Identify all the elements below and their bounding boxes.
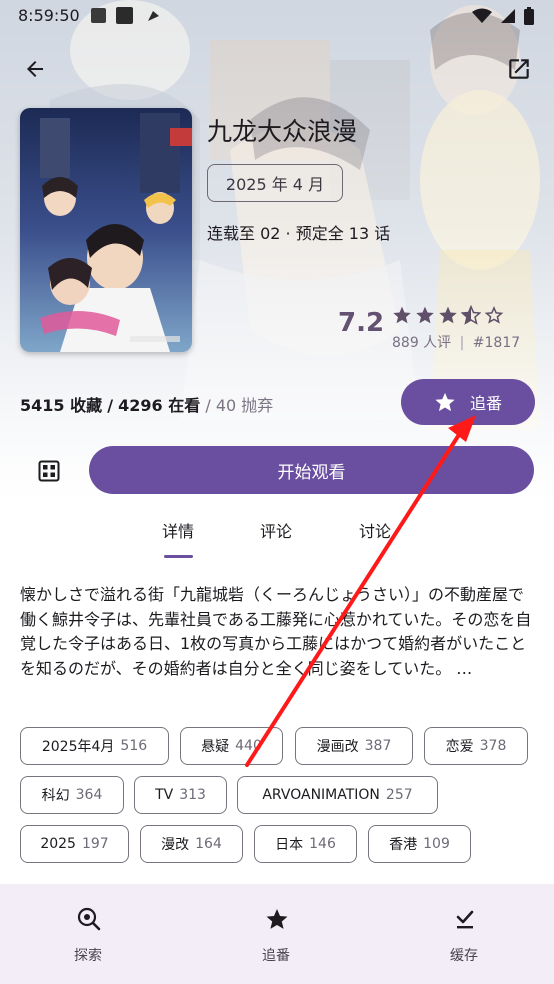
- star-half-icon: [461, 305, 481, 325]
- nav-explore-label: 探索: [74, 948, 102, 964]
- tag-chip[interactable]: 2025年4月 516: [20, 727, 169, 765]
- tag-count: 197: [81, 836, 109, 852]
- follow-button[interactable]: 追番: [401, 379, 535, 425]
- rating-stars: [392, 305, 504, 325]
- tag-chip[interactable]: 漫画改 387: [295, 727, 413, 765]
- star-icon: [435, 392, 455, 412]
- arrow-back-icon: [27, 61, 43, 77]
- stats-separator: /: [107, 396, 114, 415]
- nav-explore[interactable]: 探索: [18, 884, 158, 984]
- tag-count: 313: [179, 787, 206, 803]
- tag-chip[interactable]: 科幻 364: [20, 776, 124, 814]
- tag-chip[interactable]: 恋爱 378: [424, 727, 528, 765]
- tag-name: 漫画改: [316, 739, 359, 755]
- tag-count: 378: [479, 738, 507, 754]
- tag-name: 漫改: [161, 837, 190, 853]
- signal-icon: [501, 9, 515, 23]
- dropped-count: / 40 抛弃: [205, 396, 274, 415]
- rating-count: 889 人评: [392, 335, 452, 351]
- wifi-icon: [472, 8, 492, 23]
- star-filled-icon: [393, 306, 411, 324]
- cover-image[interactable]: [20, 108, 192, 352]
- back-button[interactable]: [18, 52, 52, 86]
- tag-name: ARVOANIMATION: [262, 787, 380, 803]
- start-watching-button[interactable]: 开始观看: [89, 446, 534, 494]
- tag-chip[interactable]: 悬疑 440: [180, 727, 283, 765]
- app-notification-icon: [116, 7, 133, 24]
- air-date-chip[interactable]: 2025 年 4 月: [207, 164, 343, 202]
- favorites-count: 5415 收藏: [20, 396, 103, 415]
- tag-name: 2025: [40, 836, 76, 852]
- app-notification-icon: [146, 8, 161, 23]
- synopsis[interactable]: 懐かしさで溢れる街「九龍城砦（くーろんじょうさい）」の不動産屋で働く鯨井令子は、…: [20, 583, 534, 681]
- star-outline-icon: [484, 306, 504, 324]
- tag-name: 香港: [389, 837, 418, 853]
- status-bar: 8:59:50: [0, 0, 554, 32]
- tag-count: 257: [385, 787, 413, 803]
- anime-title: 九龙大众浪漫: [207, 117, 358, 146]
- collection-stats: 5415 收藏 / 4296 在看 / 40 抛弃: [20, 392, 273, 416]
- nav-downloads[interactable]: 缓存: [394, 884, 534, 984]
- tag-chip[interactable]: 香港 109: [368, 825, 471, 863]
- tab-discussion[interactable]: 讨论: [359, 518, 391, 542]
- tag-name: 日本: [275, 837, 304, 853]
- nav-following[interactable]: 追番: [206, 884, 346, 984]
- tag-count: 109: [423, 836, 450, 852]
- tag-chip[interactable]: TV 313: [134, 776, 227, 814]
- nav-following-label: 追番: [262, 948, 290, 964]
- watching-count: 4296 在看: [118, 396, 201, 415]
- meta-divider: |: [459, 335, 465, 351]
- tag-chip[interactable]: 漫改 164: [140, 825, 243, 863]
- status-right: [472, 7, 534, 25]
- open-external-button[interactable]: [502, 52, 536, 86]
- tag-count: 364: [75, 787, 103, 803]
- rating-score: 7.2: [338, 308, 385, 338]
- tab-comments[interactable]: 评论: [260, 518, 292, 542]
- tag-count: 516: [120, 738, 148, 754]
- nav-downloads-label: 缓存: [450, 948, 478, 964]
- open-in-new-icon: [509, 59, 529, 79]
- follow-label: 追番: [469, 394, 502, 413]
- tag-count: 146: [309, 836, 336, 852]
- tag-count: 440: [235, 738, 262, 754]
- app-notification-icon: [91, 8, 106, 23]
- cover-artwork: [20, 108, 192, 352]
- tag-name: 悬疑: [201, 739, 230, 755]
- tab-indicator: [164, 555, 193, 558]
- detail-tabs: 详情 评论 讨论: [0, 508, 554, 558]
- star-filled-icon: [416, 306, 434, 324]
- star-filled-icon: [439, 306, 457, 324]
- rank: #1817: [472, 335, 521, 351]
- bottom-navigation: 探索 追番 缓存: [0, 884, 554, 984]
- tag-chip[interactable]: 日本 146: [254, 825, 357, 863]
- tag-name: 2025年4月: [41, 739, 115, 755]
- rating-meta: 889 人评 | #1817: [392, 332, 520, 352]
- tag-name: 恋爱: [445, 739, 474, 755]
- tag-count: 387: [364, 738, 392, 754]
- episodes-grid-button[interactable]: [28, 450, 70, 492]
- tag-chip[interactable]: 2025 197: [20, 825, 129, 863]
- status-time: 8:59:50: [18, 6, 80, 25]
- tag-name: 科幻: [41, 788, 70, 804]
- episode-progress: 连载至 02 · 预定全 13 话: [207, 224, 391, 243]
- tag-chip[interactable]: ARVOANIMATION 257: [237, 776, 438, 814]
- grid-view-icon: [38, 460, 60, 482]
- tag-name: TV: [155, 787, 174, 803]
- tab-details[interactable]: 详情: [162, 518, 194, 542]
- star-icon: [264, 906, 290, 932]
- explore-icon: [76, 906, 102, 932]
- battery-icon: [524, 7, 534, 25]
- tag-count: 164: [195, 836, 222, 852]
- download-done-icon: [452, 906, 478, 932]
